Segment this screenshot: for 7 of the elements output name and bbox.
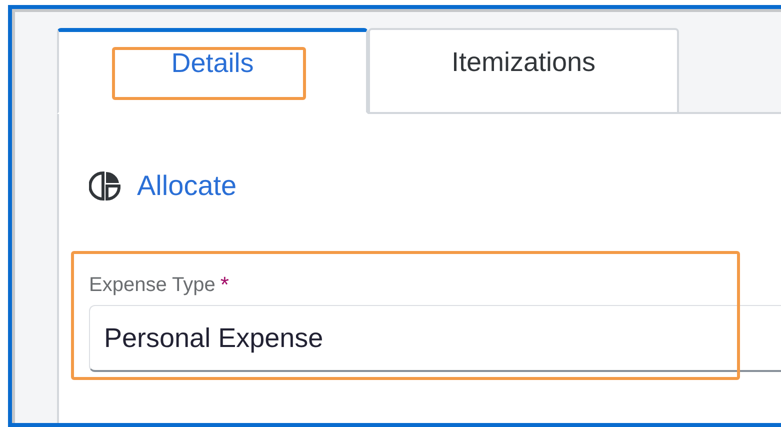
tab[interactable]: Details xyxy=(57,28,368,114)
expense-type-field[interactable]: Personal Expense xyxy=(89,305,781,372)
tab[interactable]: Itemizations xyxy=(368,28,679,114)
required-icon: * xyxy=(220,274,229,296)
allocate-link[interactable]: Allocate xyxy=(137,170,237,202)
field-label: Expense Type xyxy=(89,274,216,297)
pie-chart-icon xyxy=(89,170,121,202)
